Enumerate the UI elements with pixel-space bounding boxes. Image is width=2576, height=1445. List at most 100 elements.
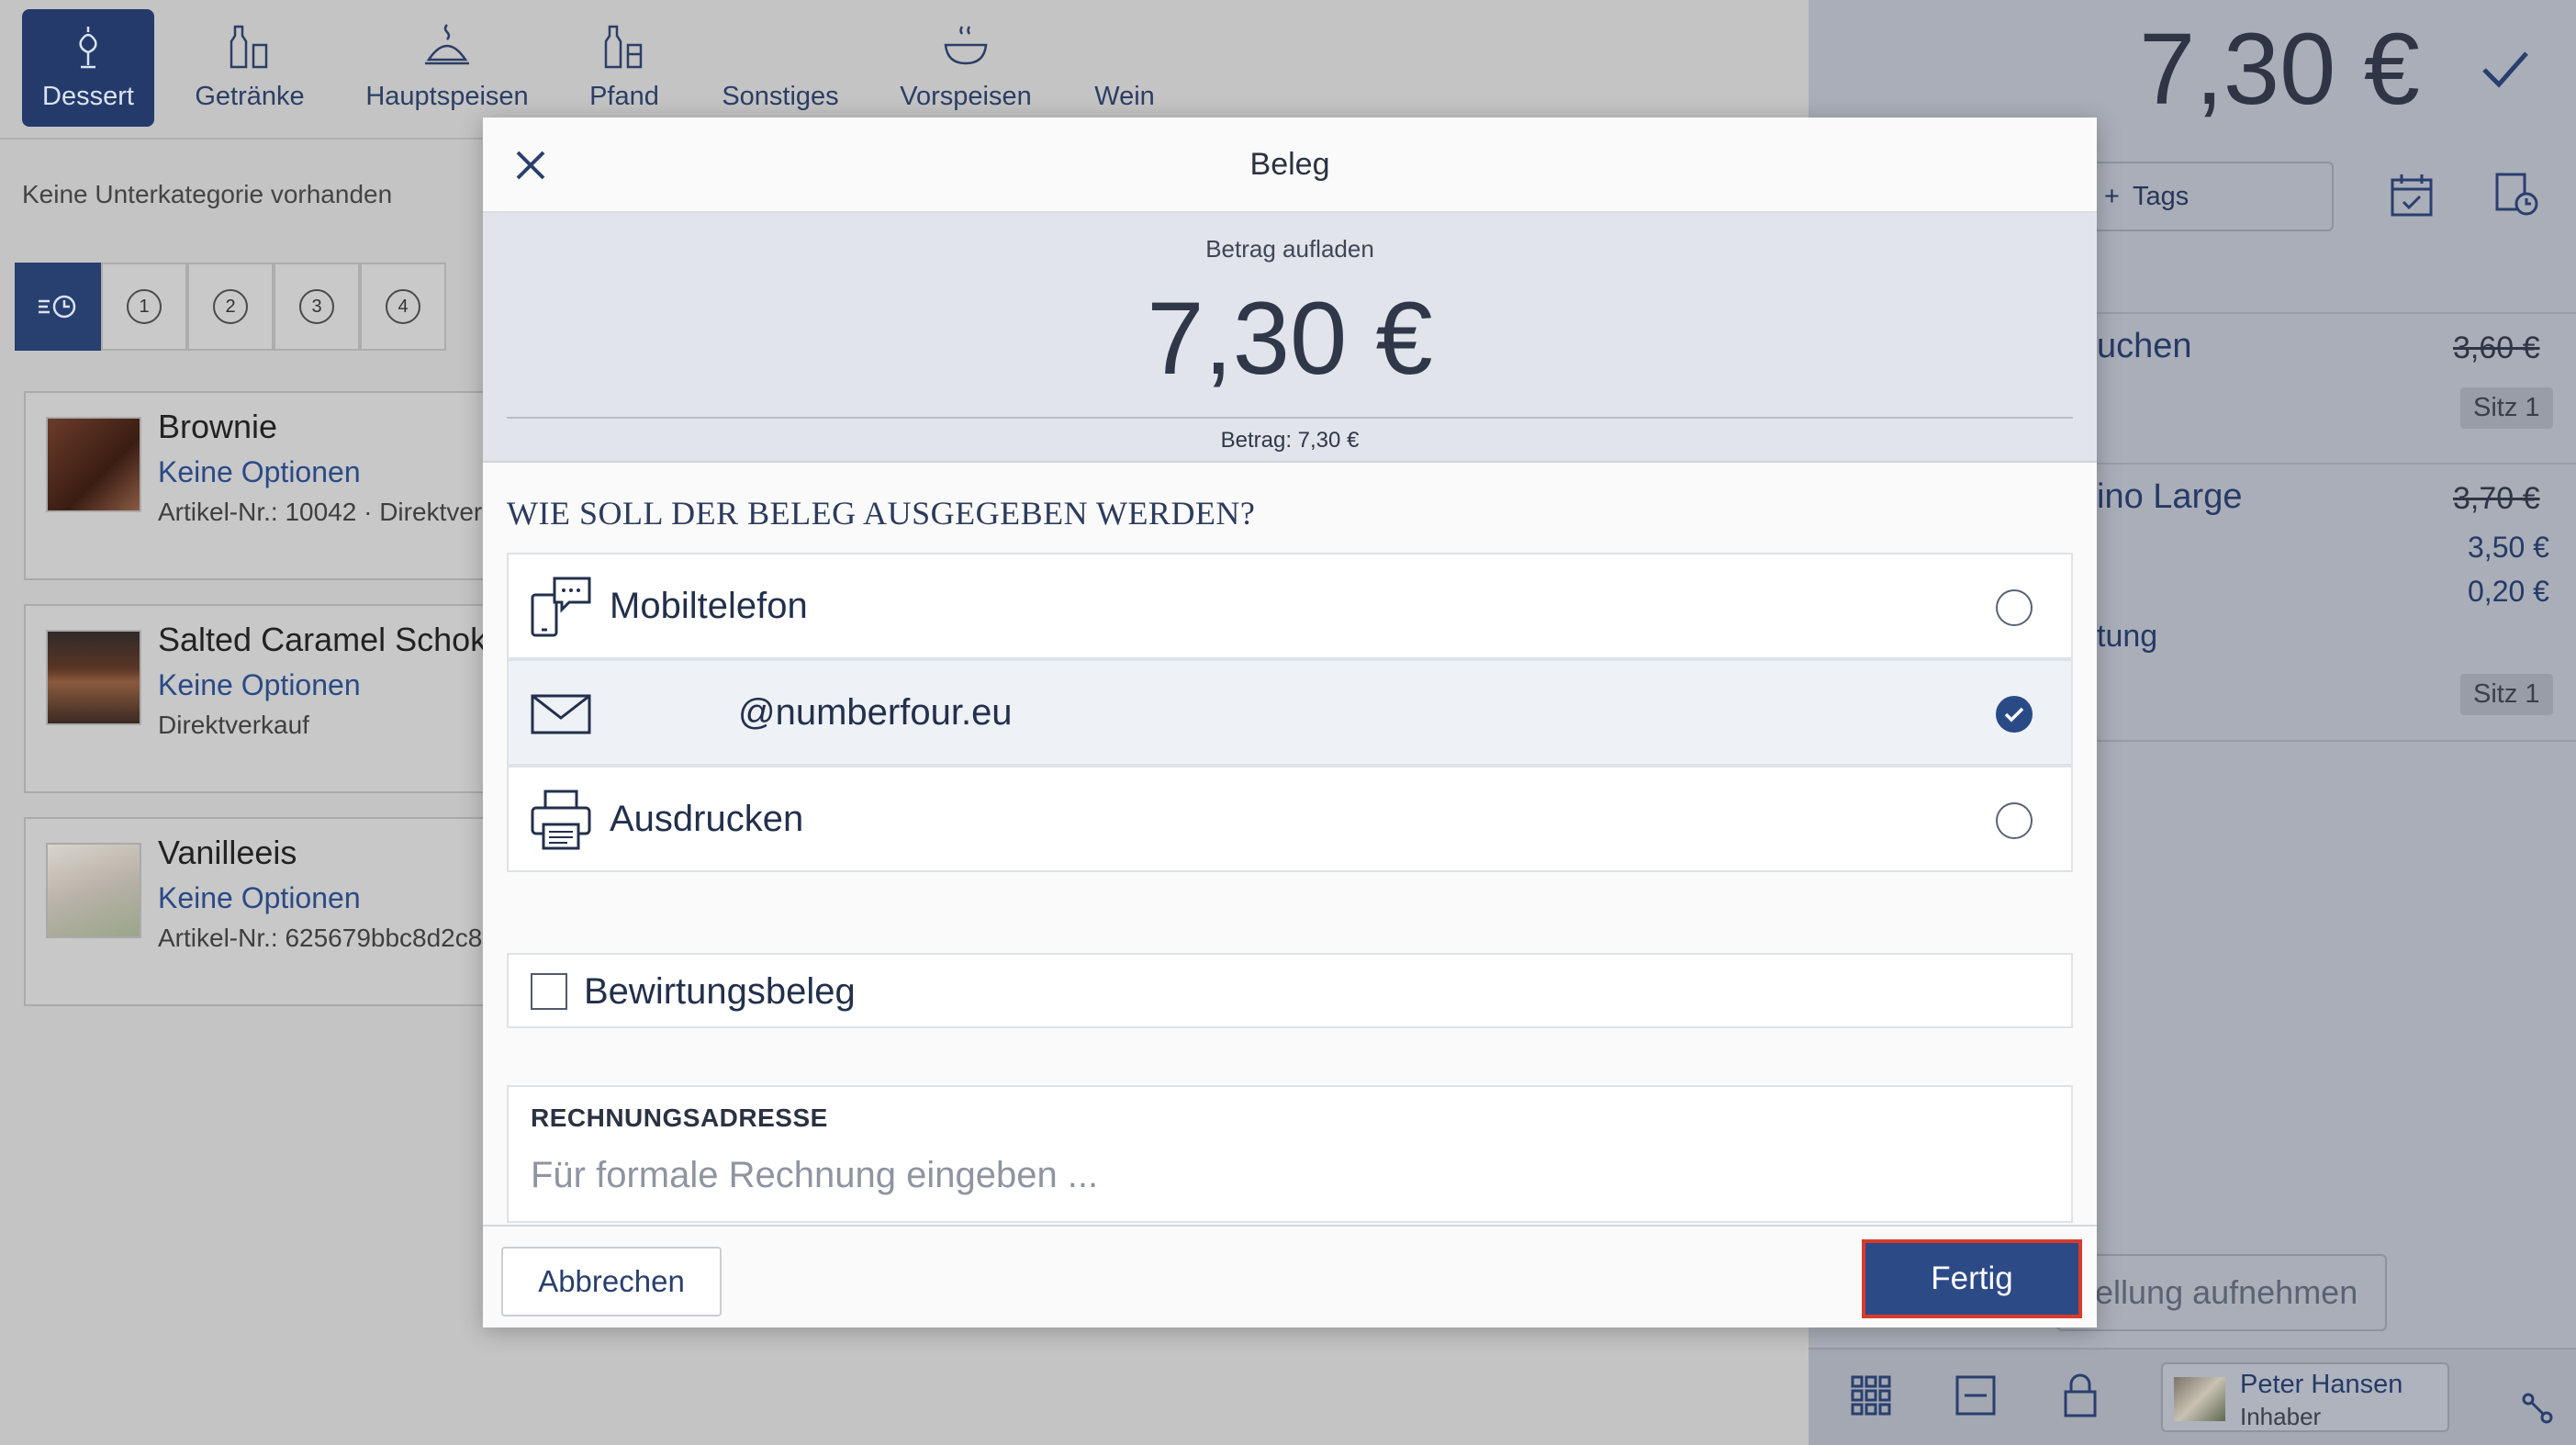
product-article: Artikel-Nr.: 10042 · Direktver: [158, 498, 483, 526]
category-label: Vorspeisen: [900, 82, 1032, 111]
category-other[interactable]: Sonstiges: [716, 9, 845, 127]
product-card[interactable]: Salted Caramel Schoko Keine Optionen Dir…: [24, 604, 520, 793]
starter-icon: [944, 26, 988, 65]
filter-1[interactable]: 1: [101, 263, 187, 351]
billing-address-input[interactable]: [531, 1148, 2036, 1203]
output-question: WIE SOLL DER BELEG AUSGEGEBEN WERDEN?: [507, 495, 1256, 532]
filter-2[interactable]: 2: [187, 263, 274, 351]
amount-box: Betrag aufladen 7,30 € Betrag: 7,30 €: [483, 213, 2097, 463]
option-label: @numberfour.eu: [738, 692, 1013, 733]
other-icon: [753, 21, 808, 73]
filter-bar: 1 2 3 4: [15, 263, 446, 351]
option-mobile[interactable]: Mobiltelefon: [507, 553, 2073, 659]
seat-badge: Sitz 1: [2460, 674, 2553, 715]
filter-number: 2: [213, 289, 248, 324]
drinks-icon: [230, 25, 268, 69]
place-order-button[interactable]: tellung aufnehmen: [2056, 1254, 2387, 1331]
billing-address-field: RECHNUNGSADRESSE: [507, 1085, 2073, 1223]
product-image: [46, 417, 141, 512]
recent-icon: [39, 295, 76, 319]
order-item-price-old: 3,70 €: [2453, 481, 2540, 516]
category-drinks[interactable]: Getränke: [184, 9, 316, 127]
category-label: Dessert: [42, 82, 134, 111]
receipt-dialog: Beleg Betrag aufladen 7,30 € Betrag: 7,3…: [483, 118, 2097, 1327]
avatar: [2174, 1377, 2225, 1421]
filter-4[interactable]: 4: [360, 263, 446, 351]
refresh-document-icon[interactable]: [2493, 171, 2541, 218]
product-options: Keine Optionen: [158, 881, 361, 914]
filter-3[interactable]: 3: [274, 263, 360, 351]
category-starter[interactable]: Vorspeisen: [890, 9, 1041, 127]
product-name: Brownie: [158, 408, 278, 445]
done-button[interactable]: Fertig: [1862, 1239, 2082, 1318]
divider: [507, 417, 2073, 419]
wine-icon: [1097, 21, 1152, 73]
lock-icon[interactable]: [2058, 1372, 2102, 1419]
dialog-header: Beleg: [483, 118, 2097, 213]
dialog-footer: Abbrechen Fertig: [483, 1225, 2097, 1327]
product-card[interactable]: Brownie Keine Optionen Artikel-Nr.: 1004…: [24, 391, 520, 580]
category-label: Pfand: [589, 82, 659, 111]
category-label: Getränke: [195, 82, 305, 111]
order-item-price: 3,50 €: [2468, 531, 2549, 564]
order-item-name[interactable]: uchen: [2097, 327, 2192, 366]
tags-label: Tags: [2132, 181, 2190, 211]
grid-icon[interactable]: [1849, 1373, 1893, 1417]
product-image: [46, 843, 141, 938]
plus-icon: +: [2104, 181, 2120, 211]
product-article: Artikel-Nr.: 625679bbc8d2c8: [158, 924, 483, 952]
category-label: Hauptspeisen: [365, 82, 529, 111]
cancel-button[interactable]: Abbrechen: [501, 1247, 722, 1316]
radio-mobile[interactable]: [1996, 589, 2033, 626]
category-label: Wein: [1094, 82, 1155, 111]
option-label: Ausdrucken: [610, 799, 804, 839]
hospitality-label: Bewirtungsbeleg: [584, 971, 856, 1012]
user-chip[interactable]: Peter Hansen Inhaber: [2161, 1362, 2449, 1432]
user-role: Inhaber: [2240, 1403, 2322, 1430]
order-total: 7,30 €: [2139, 13, 2420, 126]
seat-badge: Sitz 1: [2460, 387, 2553, 429]
filter-recent[interactable]: [15, 263, 101, 351]
mobile-chat-icon: [531, 577, 591, 637]
option-email[interactable]: @numberfour.eu: [507, 659, 2073, 766]
amount-subtext: Betrag: 7,30 €: [1220, 428, 1360, 453]
radio-email[interactable]: [1996, 696, 2033, 733]
radio-print[interactable]: [1996, 802, 2033, 839]
product-article: Direktverkauf: [158, 711, 309, 739]
printer-icon: [531, 790, 591, 850]
order-item-name[interactable]: ino Large: [2097, 477, 2242, 517]
product-options: Keine Optionen: [158, 455, 361, 488]
connection-icon[interactable]: [2515, 1386, 2570, 1441]
dessert-icon: [79, 27, 97, 69]
filter-number: 4: [386, 289, 420, 324]
category-dessert[interactable]: Dessert: [22, 9, 154, 127]
category-deposit[interactable]: Pfand: [562, 9, 687, 127]
mail-icon: [531, 694, 591, 734]
calendar-check-icon[interactable]: [2389, 173, 2435, 218]
product-name: Salted Caramel Schoko: [158, 621, 506, 658]
deposit-icon: [604, 25, 643, 69]
order-item-note: tung: [2097, 619, 2158, 654]
product-name: Vanilleeis: [158, 834, 297, 871]
category-main[interactable]: Hauptspeisen: [360, 9, 534, 127]
billing-address-label: RECHNUNGSADRESSE: [531, 1103, 828, 1132]
main-dish-icon: [425, 24, 469, 65]
check-icon: [2004, 707, 2024, 722]
tags-button[interactable]: + Tags: [2066, 162, 2334, 231]
user-name: Peter Hansen: [2240, 1370, 2403, 1399]
category-wine[interactable]: Wein: [1065, 9, 1184, 127]
option-print[interactable]: Ausdrucken: [507, 766, 2073, 872]
category-label: Sonstiges: [722, 82, 839, 111]
hospitality-checkbox[interactable]: [531, 973, 567, 1010]
subcategory-text: Keine Unterkategorie vorhanden: [22, 180, 393, 208]
product-image: [46, 630, 141, 725]
option-label: Mobiltelefon: [610, 586, 808, 626]
order-item-price: 0,20 €: [2468, 575, 2549, 608]
filter-number: 3: [299, 289, 334, 324]
product-card[interactable]: Vanilleeis Keine Optionen Artikel-Nr.: 6…: [24, 817, 520, 1006]
product-options: Keine Optionen: [158, 668, 361, 701]
minus-box-icon[interactable]: [1954, 1373, 1998, 1417]
confirm-check-icon[interactable]: [2473, 37, 2537, 101]
dialog-title: Beleg: [1249, 147, 1330, 182]
hospitality-receipt-row[interactable]: Bewirtungsbeleg: [507, 953, 2073, 1028]
